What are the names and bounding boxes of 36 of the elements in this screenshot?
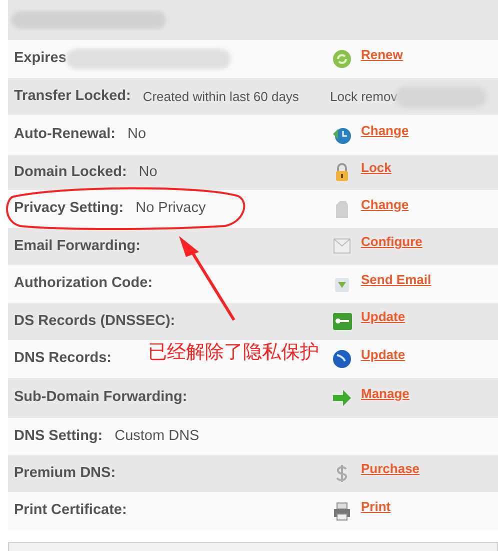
field-label: Authorization Code: bbox=[14, 274, 153, 294]
field-label: DS Records (DNSSEC): bbox=[14, 312, 176, 331]
field-value: No bbox=[128, 125, 146, 144]
field-label: Domain Locked: bbox=[14, 162, 127, 182]
action-link[interactable]: Renew bbox=[361, 44, 403, 64]
lock-note: Lock remov bbox=[330, 88, 398, 106]
field-label: DNS Setting: bbox=[14, 426, 103, 446]
action-link[interactable]: Lock bbox=[361, 158, 392, 178]
field-value: Created within last 60 days bbox=[142, 88, 299, 106]
action-link[interactable]: Change bbox=[361, 194, 409, 214]
field-label: Print Certificate: bbox=[14, 501, 127, 520]
printer-icon bbox=[332, 500, 353, 522]
field-label: Auto-Renewal: bbox=[14, 125, 116, 144]
globe-icon bbox=[332, 348, 353, 370]
field-value: Custom DNS bbox=[114, 426, 200, 446]
field-label: Email Forwarding: bbox=[14, 236, 140, 256]
annotation-text: 已经解除了隐私保护 bbox=[148, 343, 319, 362]
arrow-icon bbox=[332, 388, 353, 408]
action-link[interactable]: Configure bbox=[361, 232, 422, 252]
field-label: Premium DNS: bbox=[14, 464, 116, 483]
action-link[interactable]: Update bbox=[361, 344, 406, 364]
action-link[interactable]: Change bbox=[361, 120, 409, 140]
field-label: DNS Records: bbox=[14, 349, 112, 368]
action-link[interactable]: Purchase bbox=[361, 459, 420, 478]
refresh-icon bbox=[332, 48, 353, 70]
action-link[interactable]: Send Email bbox=[361, 270, 432, 289]
field-value: No bbox=[138, 162, 158, 182]
field-label: Transfer Locked: bbox=[14, 86, 131, 106]
field-label: Expires bbox=[14, 49, 66, 68]
field-value: No Privacy bbox=[136, 199, 206, 218]
field-label: Sub-Domain Forwarding: bbox=[14, 388, 188, 408]
action-link[interactable]: Update bbox=[361, 307, 406, 326]
action-link[interactable]: Manage bbox=[361, 384, 410, 403]
key-icon bbox=[332, 311, 353, 332]
action-link[interactable]: Print bbox=[361, 496, 391, 516]
field-label: Privacy Setting: bbox=[14, 199, 124, 218]
